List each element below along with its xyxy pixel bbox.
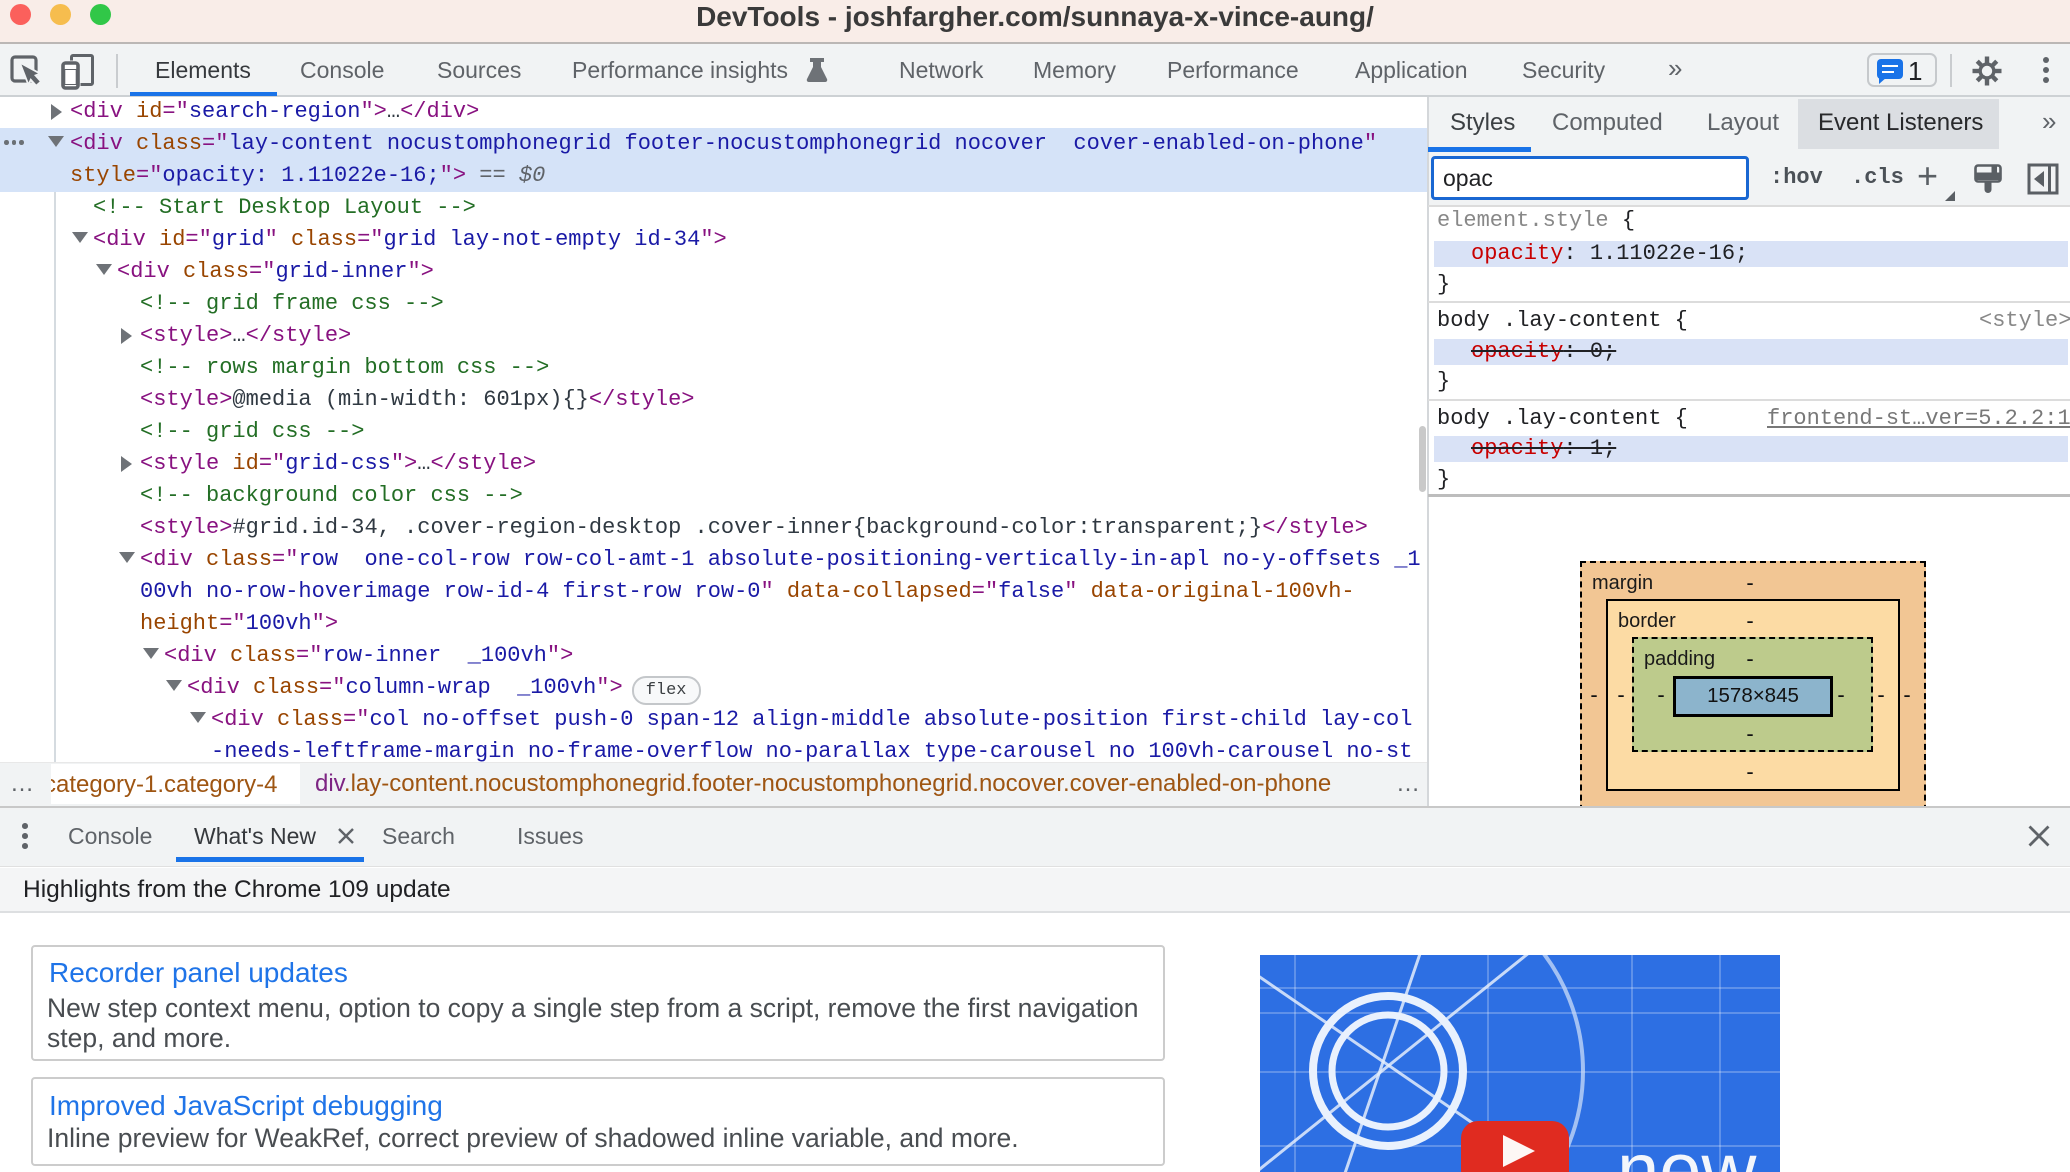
svg-text:new: new [1617, 1128, 1758, 1172]
